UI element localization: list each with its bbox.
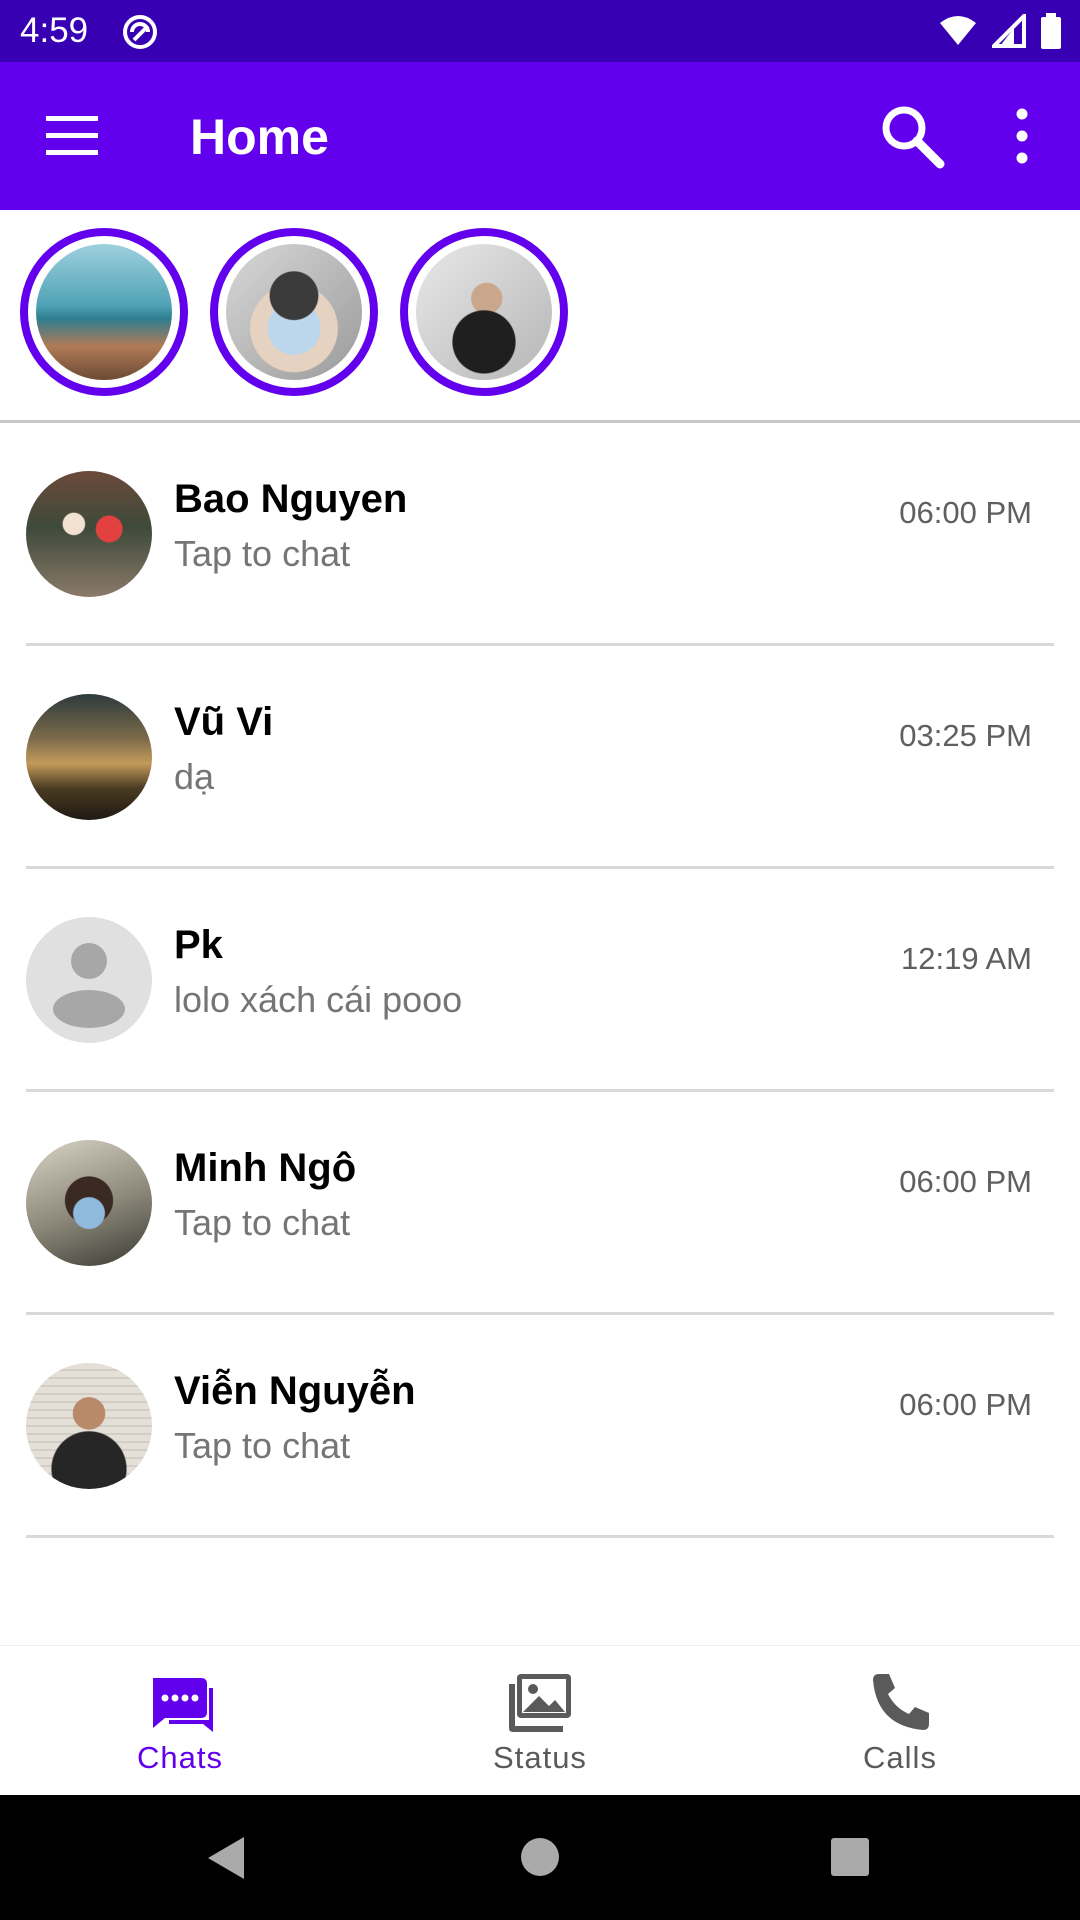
chat-time: 06:00 PM	[899, 1387, 1032, 1422]
status-stories	[0, 210, 1080, 423]
avatar	[26, 917, 152, 1043]
chat-name: Viễn Nguyễn	[174, 1369, 416, 1413]
chat-item[interactable]: Viễn Nguyễn Tap to chat 06:00 PM	[0, 1315, 1080, 1538]
chat-time: 03:25 PM	[899, 718, 1032, 753]
chat-name: Minh Ngô	[174, 1146, 357, 1190]
chat-item[interactable]: Pk lolo xách cái pooo 12:19 AM	[0, 869, 1080, 1092]
divider	[26, 1535, 1054, 1538]
system-navigation-bar	[0, 1795, 1080, 1920]
chat-last-message: Tap to chat	[174, 1202, 351, 1243]
more-vert-icon[interactable]	[1006, 106, 1038, 166]
chat-time: 06:00 PM	[899, 495, 1032, 530]
phone-icon	[873, 1674, 929, 1730]
chat-item[interactable]: Bao Nguyen Tap to chat 06:00 PM	[0, 423, 1080, 646]
chat-time: 12:19 AM	[901, 941, 1032, 976]
chat-list: Bao Nguyen Tap to chat 06:00 PM Vũ Vi dạ…	[0, 423, 1080, 1538]
wifi-icon	[940, 16, 976, 45]
photo-library-icon	[509, 1674, 571, 1732]
chat-last-message: Tap to chat	[174, 533, 351, 574]
avatar	[26, 471, 152, 597]
chat-name: Pk	[174, 923, 223, 967]
battery-icon	[1041, 13, 1061, 49]
back-icon[interactable]	[206, 1835, 246, 1881]
chat-name: Bao Nguyen	[174, 477, 408, 521]
home-icon[interactable]	[520, 1837, 560, 1877]
nav-label: Status	[493, 1740, 587, 1775]
chat-item[interactable]: Vũ Vi dạ 03:25 PM	[0, 646, 1080, 869]
story-avatar[interactable]	[400, 228, 568, 396]
search-icon[interactable]	[878, 102, 946, 170]
avatar	[26, 694, 152, 820]
bottom-navigation: Chats Status Calls	[0, 1645, 1080, 1796]
chat-time: 06:00 PM	[899, 1164, 1032, 1199]
story-image	[416, 244, 552, 380]
page-title: Home	[190, 109, 329, 165]
chat-last-message: Tap to chat	[174, 1425, 351, 1466]
recents-icon[interactable]	[830, 1837, 870, 1877]
nav-status[interactable]: Status	[360, 1646, 720, 1796]
sync-icon	[123, 15, 157, 49]
chat-icon	[153, 1678, 213, 1732]
status-time: 4:59	[20, 11, 89, 50]
nav-label: Calls	[863, 1740, 937, 1775]
nav-calls[interactable]: Calls	[720, 1646, 1080, 1796]
app-bar: Home	[0, 62, 1080, 210]
status-bar: 4:59	[0, 0, 1080, 62]
avatar	[26, 1363, 152, 1489]
chat-item[interactable]: Minh Ngô Tap to chat 06:00 PM	[0, 1092, 1080, 1315]
story-image	[36, 244, 172, 380]
chat-name: Vũ Vi	[174, 700, 274, 744]
default-avatar-icon	[53, 943, 125, 1028]
story-avatar[interactable]	[20, 228, 188, 396]
story-image	[226, 244, 362, 380]
story-avatar[interactable]	[210, 228, 378, 396]
nav-label: Chats	[137, 1740, 223, 1775]
avatar	[26, 1140, 152, 1266]
chat-last-message: dạ	[174, 756, 215, 797]
status-icons	[938, 10, 1062, 52]
menu-icon[interactable]	[46, 114, 98, 158]
cellular-icon	[992, 14, 1026, 48]
chat-last-message: lolo xách cái pooo	[174, 979, 463, 1020]
nav-chats[interactable]: Chats	[0, 1646, 360, 1796]
